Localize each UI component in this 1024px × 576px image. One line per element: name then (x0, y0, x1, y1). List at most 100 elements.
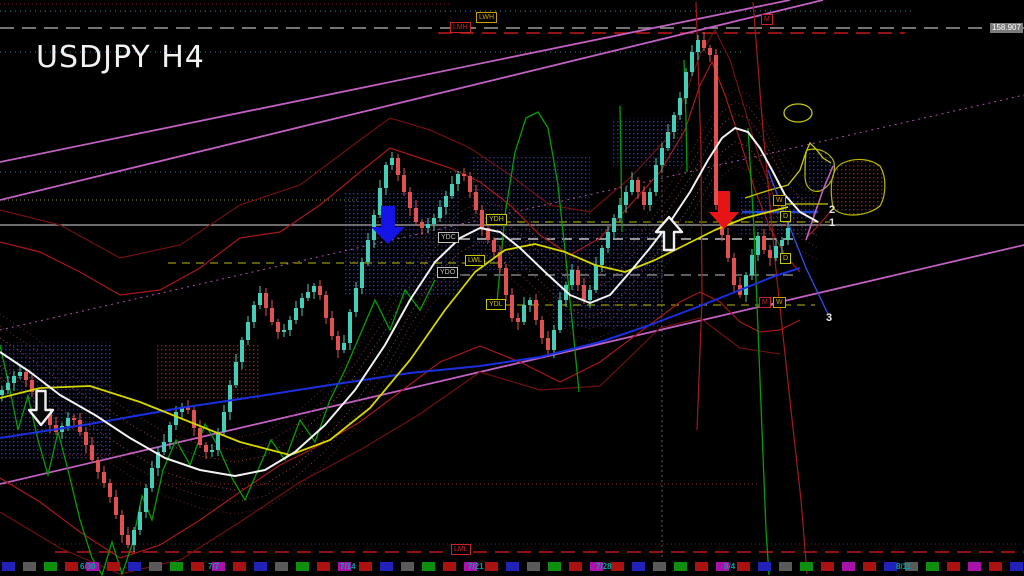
level-label-lwh[interactable]: LWH (476, 12, 498, 23)
session-block (23, 562, 36, 571)
candle (666, 132, 670, 148)
candle (264, 293, 268, 308)
candle (96, 460, 100, 472)
level-label-m[interactable]: M (761, 14, 773, 25)
level-label-lml[interactable]: LML (451, 544, 471, 555)
candle (354, 288, 358, 312)
candle (294, 308, 298, 320)
indicator-cloud (830, 158, 886, 216)
candle (126, 535, 130, 545)
session-block (548, 562, 561, 571)
session-block (989, 562, 1002, 571)
candle (774, 246, 778, 258)
candle (492, 240, 496, 252)
candle (240, 340, 244, 362)
level-label-ydo[interactable]: YDO (437, 267, 459, 278)
time-axis-date: 7/7 (208, 562, 220, 571)
level-label-ydc[interactable]: YDC (438, 232, 459, 243)
candle (336, 336, 340, 350)
time-axis-date: 7/28 (596, 562, 612, 571)
candle (546, 338, 550, 350)
red-down-arrow[interactable] (709, 191, 739, 229)
session-block (1010, 562, 1023, 571)
wave-number: 2 (829, 204, 835, 216)
candle (474, 192, 478, 210)
candle (786, 228, 790, 240)
candle (402, 175, 406, 192)
chart-canvas[interactable]: 21 3 (0, 0, 1024, 576)
candle (18, 372, 22, 376)
candle (732, 258, 736, 285)
ribbon-line (0, 113, 819, 463)
indicator-cloud (155, 343, 260, 400)
session-block (485, 562, 498, 571)
candle (252, 305, 256, 322)
candle (330, 318, 334, 336)
candle (282, 330, 286, 332)
level-label-lmh[interactable]: LMH (450, 22, 471, 33)
candle (270, 308, 274, 322)
candle (744, 275, 748, 295)
candle (108, 483, 112, 497)
candle (624, 192, 628, 205)
level-label-ydl[interactable]: YDL (486, 299, 506, 310)
candle (780, 240, 784, 246)
time-axis-date: 8/4 (724, 562, 736, 571)
session-block (779, 562, 792, 571)
candle (102, 472, 106, 483)
env-red-lower-2 (0, 317, 781, 575)
session-block (401, 562, 414, 571)
candle (348, 312, 352, 343)
candle (600, 248, 604, 265)
candle (540, 320, 544, 338)
session-block (758, 562, 771, 571)
red-spike-right (752, 1, 808, 575)
candle (306, 292, 310, 298)
session-block (947, 562, 960, 571)
candle (162, 442, 166, 452)
candle (222, 412, 226, 432)
candle (174, 412, 178, 425)
session-block (443, 562, 456, 571)
session-block (149, 562, 162, 571)
level-label-d[interactable]: D (780, 211, 792, 222)
candle (636, 180, 640, 192)
candle (642, 192, 646, 205)
candle (588, 290, 592, 300)
candle (468, 176, 472, 192)
session-block (737, 562, 750, 571)
session-block (569, 562, 582, 571)
candle (228, 385, 232, 412)
candle (366, 240, 370, 262)
session-block (821, 562, 834, 571)
candle (438, 207, 442, 218)
level-label-ydh[interactable]: YDH (486, 214, 507, 225)
session-block (107, 562, 120, 571)
candle (204, 445, 208, 452)
level-label-m[interactable]: M (759, 297, 771, 308)
time-axis-date: 8/11 (896, 562, 912, 571)
candle (504, 268, 508, 295)
session-block (926, 562, 939, 571)
chart-window[interactable]: 21 3 USDJPY H4 158.907 LWH LMH M YDH YDC LWL YD… (0, 0, 1024, 576)
session-block (359, 562, 372, 571)
candle (456, 174, 460, 184)
indicator-cloud (804, 148, 835, 192)
candle (120, 515, 124, 535)
candle (84, 432, 88, 445)
candle (756, 236, 760, 255)
price-axis-tag: 158.907 (990, 23, 1023, 33)
level-label-lwl[interactable]: LWL (465, 255, 485, 266)
level-label-w[interactable]: W (773, 195, 786, 206)
level-label-d[interactable]: D (780, 253, 792, 264)
time-axis-date: 7/21 (468, 562, 484, 571)
candle (552, 330, 556, 350)
session-block (674, 562, 687, 571)
candle (234, 362, 238, 385)
candle (414, 208, 418, 222)
candle (558, 300, 562, 330)
session-block (422, 562, 435, 571)
level-label-w[interactable]: W (773, 297, 786, 308)
candle (24, 372, 28, 380)
candle (702, 40, 706, 48)
